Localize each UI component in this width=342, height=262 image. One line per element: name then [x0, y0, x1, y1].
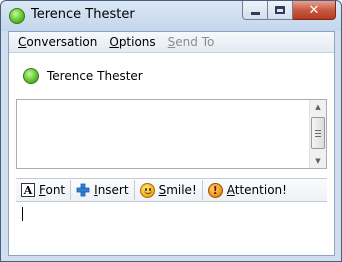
- plus-icon: [76, 183, 90, 197]
- title-bar[interactable]: Terence Thester ✕: [1, 1, 341, 31]
- scroll-down-arrow-icon[interactable]: ▼: [310, 154, 326, 168]
- window-controls: ✕: [242, 1, 336, 21]
- insert-label: Insert: [94, 183, 129, 197]
- history-scrollbar[interactable]: ▲ ▼: [309, 100, 326, 168]
- minimize-button[interactable]: [242, 1, 268, 20]
- attention-label: Attention!: [226, 183, 287, 197]
- close-icon: ✕: [308, 2, 320, 18]
- thumb-grip-line: [315, 130, 321, 131]
- window-title: Terence Thester: [31, 7, 135, 22]
- format-toolbar: A Font Insert Smile! ! Attention!: [16, 178, 327, 202]
- thumb-grip-line: [315, 133, 321, 134]
- insert-button[interactable]: Insert: [71, 179, 133, 201]
- font-label: Font: [39, 183, 66, 197]
- minimize-icon: [250, 11, 260, 15]
- text-caret: [22, 207, 23, 221]
- font-icon: A: [21, 183, 35, 197]
- maximize-button[interactable]: [268, 1, 293, 20]
- thumb-grip-line: [315, 136, 321, 137]
- contact-name: Terence Thester: [47, 69, 143, 83]
- menu-send-to[interactable]: Send To: [162, 35, 221, 49]
- smile-label: Smile!: [158, 183, 197, 197]
- online-status-icon: [9, 8, 25, 24]
- close-button[interactable]: ✕: [293, 1, 336, 20]
- font-button[interactable]: A Font: [16, 179, 70, 201]
- attention-icon: !: [207, 182, 223, 198]
- menu-options[interactable]: Options: [103, 35, 161, 49]
- contact-header: Terence Thester: [23, 67, 143, 85]
- scroll-up-arrow-icon[interactable]: ▲: [310, 100, 326, 114]
- chat-window: Terence Thester ✕ Conversation Options S…: [0, 0, 342, 262]
- conversation-history[interactable]: ▲ ▼: [16, 99, 327, 169]
- attention-button[interactable]: ! Attention!: [203, 179, 292, 201]
- contact-status-icon: [23, 68, 39, 84]
- menu-bar: Conversation Options Send To: [9, 32, 334, 53]
- smiley-icon: [139, 182, 155, 198]
- menu-conversation[interactable]: Conversation: [12, 35, 103, 49]
- scroll-thumb[interactable]: [311, 117, 325, 149]
- window-client-area: Conversation Options Send To Terence The…: [8, 31, 335, 256]
- maximize-icon: [275, 6, 285, 14]
- message-input[interactable]: [16, 203, 327, 255]
- smile-button[interactable]: Smile!: [135, 179, 202, 201]
